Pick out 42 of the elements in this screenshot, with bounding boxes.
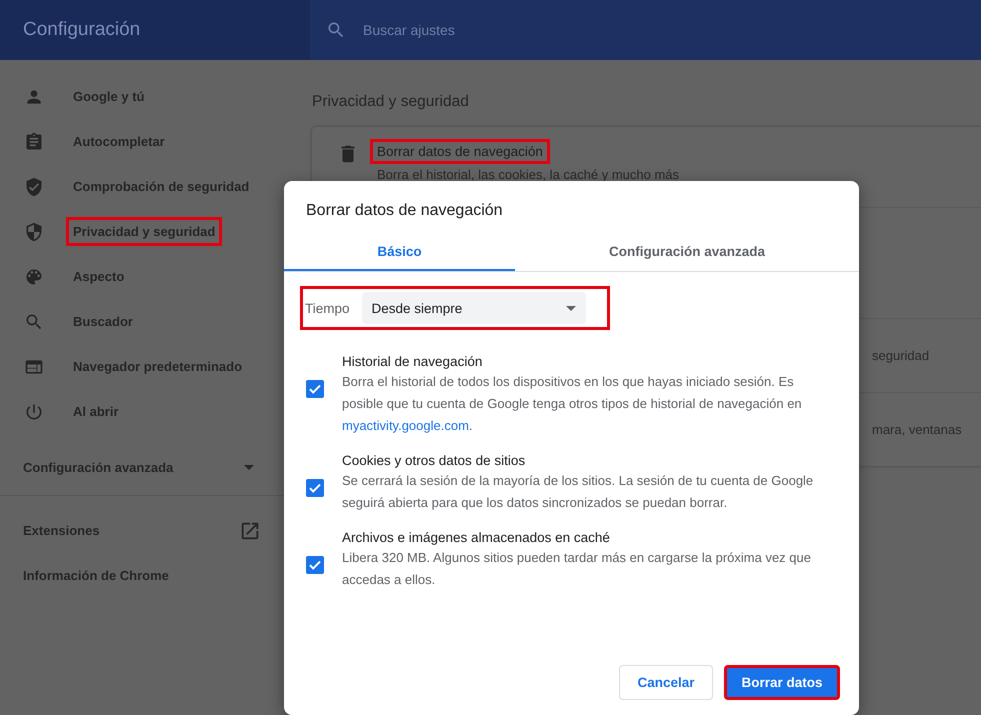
option-title: Archivos e imágenes almacenados en caché (342, 530, 611, 545)
sidebar-item[interactable]: Buscador (66, 307, 140, 336)
option-description: Se cerrará la sesión de la mayoría de los sitios. La sesión de tu cuenta de Google seguirá abierta para que los datos sincronizados se puedan borrar. (342, 472, 814, 512)
shield-check-icon (24, 176, 44, 196)
tab[interactable]: Básico (284, 234, 515, 271)
sidebar-link[interactable]: Extensiones (23, 523, 100, 538)
option-title: Cookies y otros datos de sitios (342, 453, 526, 468)
option-description: Borra el historial de todos los dispositivos en los que hayas iniciado sesión. Es posible que tu cuenta de Google tenga otros tipos de historial de navegación en myactivity.google.com. (342, 373, 803, 435)
sidebar-item[interactable]: Autocompletar (66, 127, 172, 156)
search-field[interactable]: Buscar ajustes (310, 0, 981, 60)
checkbox[interactable] (306, 556, 324, 574)
field-label: Tiempo (305, 300, 350, 316)
time-range-dropdown[interactable]: Desde siempre (362, 292, 586, 324)
sidebar-item[interactable]: Privacidad y seguridad (66, 217, 222, 246)
sidebar-item[interactable]: Navegador predeterminado (66, 352, 250, 381)
checkbox[interactable] (306, 380, 324, 398)
sidebar-item[interactable]: Comprobación de seguridad (66, 172, 256, 201)
settings-row-text: seguridad (872, 348, 930, 363)
search-icon (24, 312, 44, 332)
dialog-title: Borrar datos de navegación (305, 201, 504, 221)
settings-row-text: mara, ventanas (872, 422, 962, 437)
palette-icon (24, 266, 44, 286)
sidebar-item[interactable]: Aspecto (66, 262, 132, 291)
app-title: Configuración (22, 19, 142, 41)
caret-icon (566, 306, 576, 310)
section-title: Privacidad y seguridad (312, 93, 470, 111)
settings-row-title[interactable]: Borrar datos de navegación (370, 139, 550, 164)
clipboard-icon (24, 132, 44, 152)
cancel-button[interactable]: Cancelar (619, 665, 713, 700)
shield-icon (24, 222, 44, 242)
option-description: Libera 320 MB. Algunos sitios pueden tardar más en cargarse la próxima vez que accedas a ellos. (342, 549, 812, 589)
confirm-button[interactable]: Borrar datos (724, 665, 840, 700)
sidebar-item[interactable]: Google y tú (66, 82, 152, 111)
sidebar-item[interactable]: Al abrir (66, 397, 126, 426)
search-icon (326, 20, 346, 40)
option-title: Historial de navegación (342, 354, 484, 369)
tab[interactable]: Configuración avanzada (515, 234, 859, 271)
link[interactable]: myactivity.google.com (342, 418, 469, 433)
sidebar-section-toggle[interactable]: Configuración avanzada (23, 460, 174, 475)
checkbox[interactable] (306, 479, 324, 497)
power-icon (24, 402, 44, 422)
sidebar-link[interactable]: Información de Chrome (23, 568, 169, 583)
